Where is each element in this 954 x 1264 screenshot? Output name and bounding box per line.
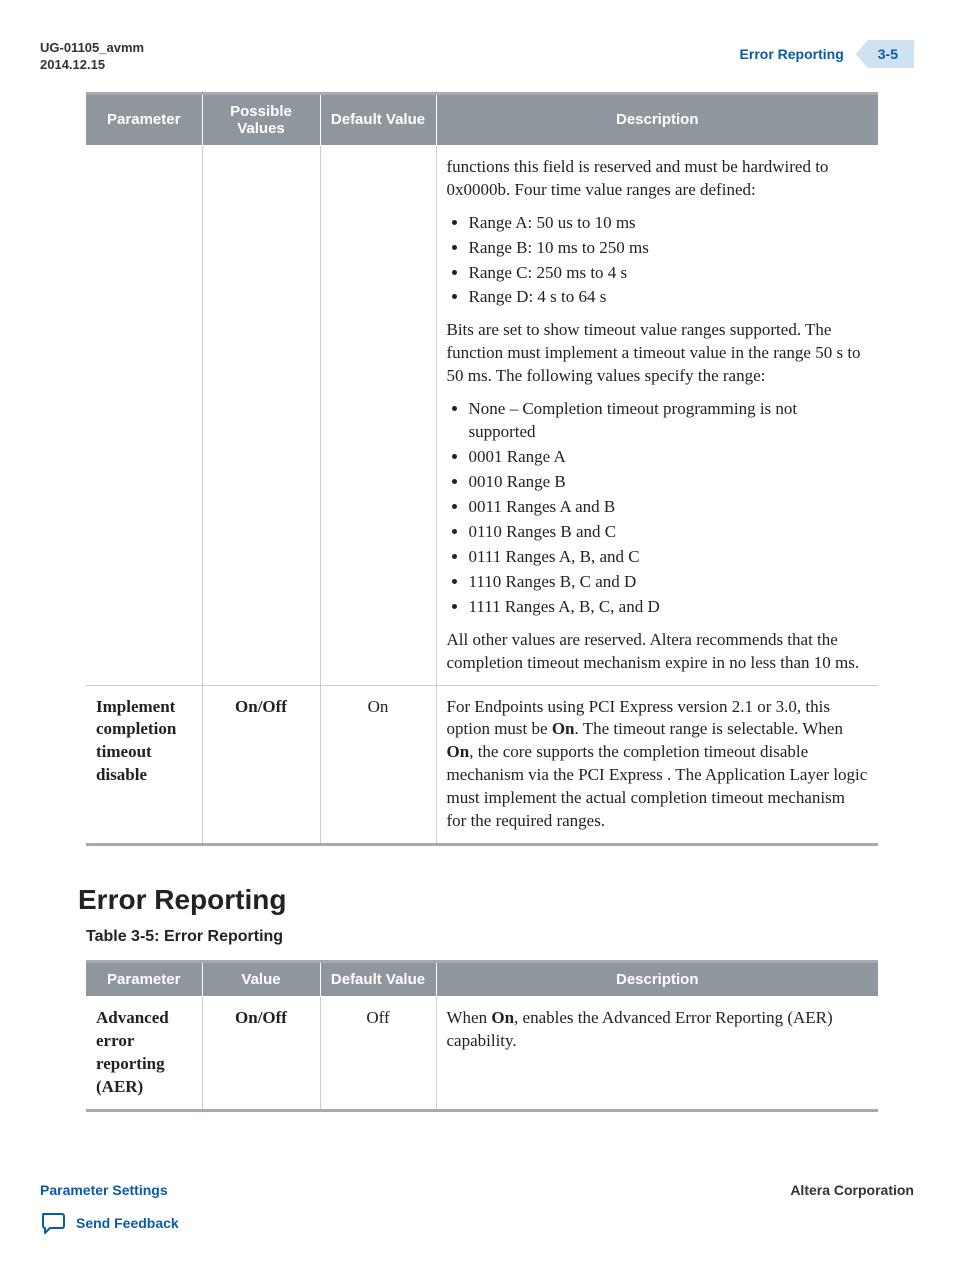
list-item: 1110 Ranges B, C and D (469, 571, 869, 594)
list-item: 0011 Ranges A and B (469, 496, 869, 519)
page-number-tag: 3-5 (856, 40, 914, 68)
table-row: functions this field is reserved and mus… (86, 145, 878, 685)
th-default-value: Default Value (320, 962, 436, 997)
cell-values: On/Off (202, 685, 320, 845)
header-right: Error Reporting 3-5 (740, 40, 914, 68)
doc-date: 2014.12.15 (40, 57, 144, 74)
cell-description: For Endpoints using PCI Express version … (436, 685, 878, 845)
table-row: Advanced error reporting (AER) On/Off Of… (86, 997, 878, 1111)
th-description: Description (436, 962, 878, 997)
page-header: UG-01105_avmm 2014.12.15 Error Reporting… (40, 40, 914, 74)
desc-list-bits: None – Completion timeout programming is… (447, 398, 869, 618)
error-reporting-table: Parameter Value Default Value Descriptio… (86, 960, 878, 1112)
th-possible-values: Possible Values (202, 93, 320, 145)
table-caption: Table 3-5: Error Reporting (86, 928, 914, 946)
list-item: Range B: 10 ms to 250 ms (469, 237, 869, 260)
header-section-link[interactable]: Error Reporting (740, 46, 856, 62)
footer-left-link[interactable]: Parameter Settings (40, 1182, 168, 1198)
cell-param: Advanced error reporting (AER) (86, 997, 202, 1111)
send-feedback-link[interactable]: Send Feedback (40, 1212, 914, 1234)
list-item: 0010 Range B (469, 471, 869, 494)
footer-row: Parameter Settings Altera Corporation (40, 1182, 914, 1198)
list-item: Range A: 50 us to 10 ms (469, 212, 869, 235)
desc-para: When On, enables the Advanced Error Repo… (447, 1007, 869, 1053)
th-default-value: Default Value (320, 93, 436, 145)
cell-values (202, 145, 320, 685)
list-item: Range D: 4 s to 64 s (469, 286, 869, 309)
th-value: Value (202, 962, 320, 997)
list-item: 0001 Range A (469, 446, 869, 469)
desc-para: Bits are set to show timeout value range… (447, 319, 869, 388)
footer-company: Altera Corporation (790, 1182, 914, 1198)
desc-list-ranges: Range A: 50 us to 10 ms Range B: 10 ms t… (447, 212, 869, 310)
th-description: Description (436, 93, 878, 145)
speech-bubble-icon (40, 1212, 66, 1234)
th-parameter: Parameter (86, 962, 202, 997)
cell-values: On/Off (202, 997, 320, 1111)
cell-default: On (320, 685, 436, 845)
cell-default: Off (320, 997, 436, 1111)
cell-default (320, 145, 436, 685)
cell-description: functions this field is reserved and mus… (436, 145, 878, 685)
parameters-table-continued: Parameter Possible Values Default Value … (86, 92, 878, 846)
table-header-row: Parameter Possible Values Default Value … (86, 93, 878, 145)
list-item: 1111 Ranges A, B, C, and D (469, 596, 869, 619)
list-item: 0111 Ranges A, B, and C (469, 546, 869, 569)
th-parameter: Parameter (86, 93, 202, 145)
table-row: Implement completion timeout disable On/… (86, 685, 878, 845)
section-heading: Error Reporting (78, 884, 914, 916)
desc-para: All other values are reserved. Altera re… (447, 629, 869, 675)
doc-id-block: UG-01105_avmm 2014.12.15 (40, 40, 144, 74)
page-footer: Parameter Settings Altera Corporation Se… (40, 1182, 914, 1234)
list-item: None – Completion timeout programming is… (469, 398, 869, 444)
desc-para: For Endpoints using PCI Express version … (447, 696, 869, 834)
send-feedback-label: Send Feedback (76, 1215, 179, 1231)
doc-id: UG-01105_avmm (40, 40, 144, 57)
cell-param (86, 145, 202, 685)
list-item: 0110 Ranges B and C (469, 521, 869, 544)
list-item: Range C: 250 ms to 4 s (469, 262, 869, 285)
desc-para: functions this field is reserved and mus… (447, 156, 869, 202)
table-header-row: Parameter Value Default Value Descriptio… (86, 962, 878, 997)
cell-param: Implement completion timeout disable (86, 685, 202, 845)
cell-description: When On, enables the Advanced Error Repo… (436, 997, 878, 1111)
